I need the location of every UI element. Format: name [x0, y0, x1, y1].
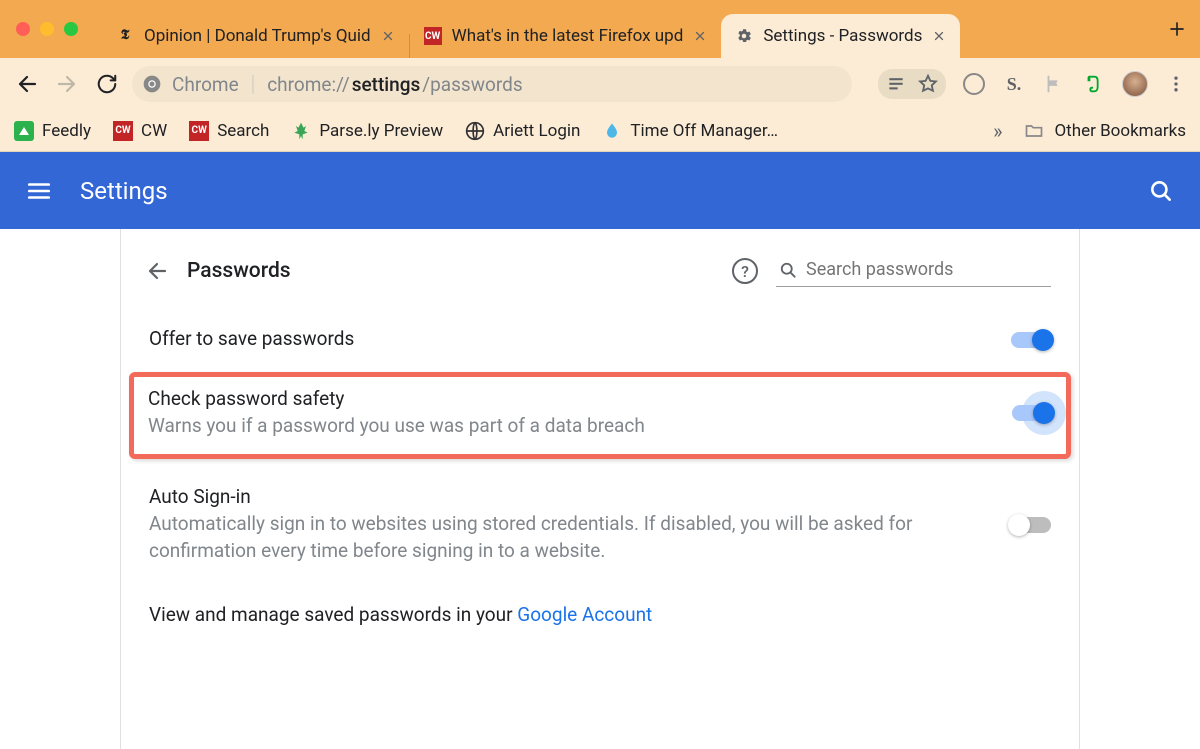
- setting-label: Check password safety: [148, 387, 1012, 410]
- setting-offer-save: Offer to save passwords: [121, 313, 1079, 366]
- browser-toolbar: Chrome | chrome://settings/passwords S.: [0, 58, 1200, 110]
- setting-description: Automatically sign in to websites using …: [149, 510, 1011, 565]
- toolbar-actions: S.: [878, 69, 1188, 99]
- tab-title: Settings - Passwords: [763, 26, 922, 46]
- bookmark-label: Other Bookmarks: [1054, 121, 1186, 141]
- bookmark-star-icon[interactable]: [916, 72, 940, 96]
- bookmark-label: Parse.ly Preview: [319, 121, 443, 141]
- tabs-container: 𝕿 Opinion | Donald Trump's Quid CW What'…: [102, 0, 1158, 58]
- minimize-window-button[interactable]: [40, 22, 54, 36]
- settings-content: Passwords ? Offer to save passwords Chec…: [0, 229, 1200, 749]
- bookmark-ariett[interactable]: Ariett Login: [465, 121, 580, 141]
- globe-icon: [465, 121, 485, 141]
- new-tab-button[interactable]: [1162, 14, 1192, 44]
- toggle-offer-save[interactable]: [1011, 332, 1051, 348]
- address-bar[interactable]: Chrome | chrome://settings/passwords: [132, 66, 852, 102]
- tab-title: Opinion | Donald Trump's Quid: [144, 26, 371, 46]
- setting-description: Warns you if a password you use was part…: [148, 412, 1012, 440]
- url-display: Chrome | chrome://settings/passwords: [172, 72, 523, 97]
- folder-icon: [1024, 121, 1044, 141]
- setting-label: Offer to save passwords: [149, 327, 1011, 350]
- extension-s-icon[interactable]: S.: [1002, 72, 1026, 96]
- manage-passwords-row: View and manage saved passwords in your …: [121, 579, 1079, 632]
- bookmark-label: Time Off Manager…: [630, 121, 778, 141]
- bookmark-label: Feedly: [42, 121, 91, 141]
- cw-icon: CW: [189, 121, 209, 141]
- maximize-window-button[interactable]: [64, 22, 78, 36]
- close-tab-button[interactable]: [693, 29, 707, 43]
- kebab-menu-icon[interactable]: [1164, 72, 1188, 96]
- back-button[interactable]: [12, 69, 42, 99]
- other-bookmarks-folder[interactable]: Other Bookmarks: [1024, 121, 1186, 141]
- setting-label: Auto Sign-in: [149, 485, 1011, 508]
- cw-icon: CW: [424, 27, 442, 45]
- omnibox-action-group: [878, 69, 946, 99]
- reload-button[interactable]: [92, 69, 122, 99]
- bookmark-label: Search: [217, 121, 269, 141]
- page-title: Passwords: [187, 259, 291, 283]
- google-account-link[interactable]: Google Account: [517, 603, 652, 626]
- forward-button[interactable]: [52, 69, 82, 99]
- close-tab-button[interactable]: [381, 29, 395, 43]
- bookmark-timeoff[interactable]: Time Off Manager…: [602, 121, 778, 141]
- extension-circle-icon[interactable]: [962, 72, 986, 96]
- toggle-check-safety[interactable]: [1012, 405, 1052, 421]
- hamburger-menu-button[interactable]: [26, 178, 52, 204]
- window-controls: [16, 22, 78, 36]
- tab-firefox[interactable]: CW What's in the latest Firefox upd: [410, 14, 722, 58]
- bookmark-overflow-button[interactable]: »: [993, 119, 1002, 143]
- bookmark-search[interactable]: CW Search: [189, 121, 269, 141]
- chrome-icon: [142, 74, 162, 94]
- drop-icon: [602, 121, 622, 141]
- app-bar-title: Settings: [80, 177, 168, 205]
- settings-search-button[interactable]: [1148, 178, 1174, 204]
- bookmark-label: Ariett Login: [493, 121, 580, 141]
- feedly-icon: [14, 121, 34, 141]
- close-window-button[interactable]: [16, 22, 30, 36]
- profile-avatar[interactable]: [1122, 71, 1148, 97]
- flag-icon[interactable]: [1042, 72, 1066, 96]
- highlight-check-password-safety: Check password safety Warns you if a pas…: [129, 372, 1071, 459]
- back-arrow-button[interactable]: [145, 259, 169, 283]
- bookmarks-bar: Feedly CW CW CW Search Parse.ly Preview Ar…: [0, 110, 1200, 152]
- cw-icon: CW: [113, 121, 133, 141]
- nyt-icon: 𝕿: [116, 27, 134, 45]
- bookmark-feedly[interactable]: Feedly: [14, 121, 91, 141]
- tab-settings-passwords[interactable]: Settings - Passwords: [721, 14, 960, 58]
- tab-opinion[interactable]: 𝕿 Opinion | Donald Trump's Quid: [102, 14, 409, 58]
- url-prefix: chrome://: [267, 73, 349, 96]
- browser-tab-strip: 𝕿 Opinion | Donald Trump's Quid CW What'…: [0, 0, 1200, 58]
- manage-text: View and manage saved passwords in your: [149, 603, 517, 626]
- evernote-icon[interactable]: [1082, 72, 1106, 96]
- bookmark-parsely[interactable]: Parse.ly Preview: [291, 121, 443, 141]
- help-button[interactable]: ?: [732, 258, 758, 284]
- passwords-card: Passwords ? Offer to save passwords Chec…: [120, 229, 1080, 749]
- search-passwords-input[interactable]: [806, 259, 1049, 280]
- bookmark-cw[interactable]: CW CW: [113, 121, 167, 141]
- toggle-auto-signin[interactable]: [1011, 517, 1051, 533]
- gear-icon: [735, 27, 753, 45]
- setting-auto-signin: Auto Sign-in Automatically sign in to we…: [121, 471, 1079, 579]
- url-scheme-label: Chrome: [172, 73, 239, 96]
- bookmark-label: CW: [141, 121, 167, 141]
- url-suffix: /passwords: [422, 73, 522, 96]
- parsely-icon: [291, 121, 311, 141]
- tab-title: What's in the latest Firefox upd: [452, 26, 684, 46]
- search-icon: [778, 260, 798, 280]
- reader-mode-icon[interactable]: [884, 72, 908, 96]
- url-path-em: settings: [352, 73, 421, 96]
- close-tab-button[interactable]: [932, 29, 946, 43]
- page-header: Passwords ?: [121, 251, 1079, 313]
- settings-app-bar: Settings: [0, 152, 1200, 229]
- search-passwords-field[interactable]: [776, 255, 1051, 287]
